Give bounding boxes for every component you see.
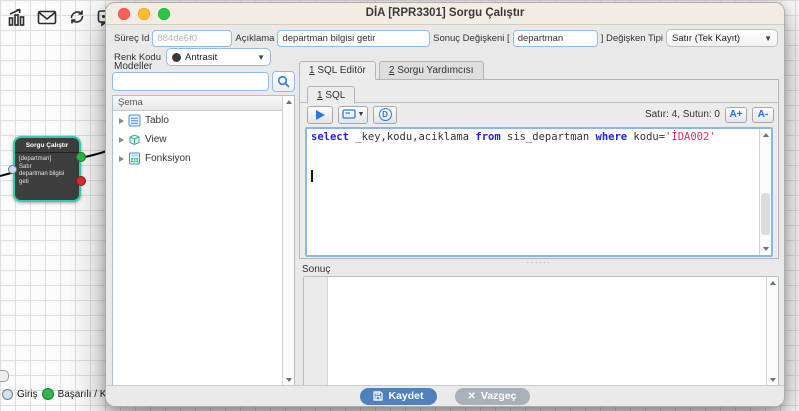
tree-item-view[interactable]: View bbox=[113, 130, 294, 149]
search-button[interactable] bbox=[272, 71, 295, 92]
tree-item-fonksiyon[interactable]: Fonksiyon bbox=[113, 149, 294, 168]
sonuc-degiskeni-label: Sonuç Değişkeni [ bbox=[433, 33, 510, 44]
run-query-button[interactable] bbox=[307, 106, 333, 124]
debug-button[interactable]: D bbox=[373, 106, 397, 124]
tree-scrollbar[interactable] bbox=[282, 96, 294, 386]
text-cursor bbox=[311, 170, 313, 182]
editor-scrollbar[interactable] bbox=[759, 129, 771, 255]
output-options-button[interactable]: ▼ bbox=[338, 106, 368, 124]
error-port[interactable] bbox=[76, 176, 86, 186]
node-title: Sorgu Çalıştır bbox=[15, 138, 79, 153]
font-decrease-button[interactable]: A- bbox=[752, 107, 774, 123]
sql-statement: select _key,kodu,aciklama from sis_depar… bbox=[311, 131, 755, 144]
d-circle-icon: D bbox=[379, 108, 392, 121]
cursor-position-status: Satır: 4, Sutun: 0 bbox=[645, 109, 720, 120]
sync-icon[interactable] bbox=[66, 6, 87, 27]
success-port[interactable] bbox=[76, 152, 86, 162]
node-desc-1: departman bilgisi bbox=[19, 171, 75, 179]
dialog-footer: Kaydet ✕ Vazgeç bbox=[106, 385, 784, 406]
tree-item-label: Tablo bbox=[145, 115, 169, 126]
scrollbar-thumb[interactable] bbox=[761, 193, 770, 235]
sql-toolbar: ▼ D Satır: 4, Sutun: 0 A+ A- bbox=[300, 104, 778, 125]
tree-item-label: Fonksiyon bbox=[145, 153, 191, 164]
input-port[interactable] bbox=[8, 165, 17, 174]
sorgu-calistir-dialog: DİA [RPR3301] Sorgu Çalıştır Süreç Id 88… bbox=[105, 2, 785, 407]
sonuc-label: Sonuç bbox=[302, 264, 330, 275]
color-swatch bbox=[172, 53, 181, 62]
chevron-down-icon: ▼ bbox=[257, 53, 265, 62]
search-icon bbox=[277, 75, 290, 88]
modeller-panel-label: Modeller bbox=[114, 61, 152, 72]
monitor-icon bbox=[342, 109, 356, 120]
expand-arrow-icon[interactable] bbox=[119, 156, 124, 162]
expand-arrow-icon[interactable] bbox=[119, 137, 124, 143]
result-scrollbar[interactable] bbox=[766, 277, 778, 386]
tree-item-tablo[interactable]: Tablo bbox=[113, 111, 294, 130]
function-icon bbox=[128, 152, 141, 165]
scroll-down-icon[interactable] bbox=[286, 378, 292, 382]
editor-tabs: 1 SQL Editör 2 Sorgu Yardımcısı bbox=[299, 61, 484, 80]
workflow-node-sorgu-calistir[interactable]: Sorgu Çalıştır [departman] Satır departm… bbox=[13, 136, 81, 202]
splitter-grip-icon: ······ bbox=[527, 261, 552, 265]
tree-item-label: View bbox=[145, 134, 167, 145]
scroll-down-icon[interactable] bbox=[763, 247, 769, 251]
table-icon bbox=[128, 114, 141, 127]
degisken-tipi-label: ] Değişken Tipi bbox=[601, 33, 663, 44]
scroll-up-icon[interactable] bbox=[770, 281, 776, 285]
kaydet-button[interactable]: Kaydet bbox=[360, 388, 436, 405]
model-search-input[interactable] bbox=[112, 72, 269, 91]
chart-icon[interactable] bbox=[6, 6, 27, 27]
schema-tree: Şema Tablo View bbox=[112, 95, 295, 387]
view-icon bbox=[128, 133, 141, 146]
aciklama-label: Açıklama bbox=[235, 33, 274, 44]
dialog-titlebar[interactable]: DİA [RPR3301] Sorgu Çalıştır bbox=[106, 3, 784, 25]
legend-input-label: Giriş bbox=[17, 389, 38, 400]
surec-id-label: Süreç Id bbox=[114, 33, 149, 44]
form-row-1: Süreç Id 884de6f0 Açıklama departman bil… bbox=[114, 29, 778, 47]
aciklama-field[interactable]: departman bilgisi getir bbox=[277, 30, 430, 47]
canvas-scrollbar[interactable] bbox=[0, 370, 9, 382]
node-variable: [departman] bbox=[19, 156, 75, 164]
tab-sql[interactable]: 1 SQL bbox=[307, 86, 355, 104]
node-type: Satır bbox=[19, 164, 75, 172]
font-increase-button[interactable]: A+ bbox=[725, 107, 747, 123]
tab-sql-editor[interactable]: 1 SQL Editör bbox=[299, 61, 376, 80]
degisken-tipi-value: Satır (Tek Kayıt) bbox=[672, 33, 740, 44]
renk-kodu-value: Antrasit bbox=[185, 52, 217, 63]
legend-input-dot bbox=[2, 389, 13, 400]
scroll-up-icon[interactable] bbox=[286, 100, 292, 104]
renk-kodu-select[interactable]: Antrasit ▼ bbox=[166, 48, 271, 66]
result-panel[interactable] bbox=[303, 276, 779, 387]
chevron-down-icon: ▼ bbox=[358, 111, 365, 118]
panel-splitter[interactable]: ······ bbox=[299, 260, 779, 265]
tab-sorgu-yardimcisi[interactable]: 2 Sorgu Yardımcısı bbox=[379, 61, 484, 80]
expand-arrow-icon[interactable] bbox=[119, 118, 124, 124]
mail-icon[interactable] bbox=[36, 6, 57, 27]
dialog-title: DİA [RPR3301] Sorgu Çalıştır bbox=[106, 7, 784, 19]
save-icon bbox=[373, 391, 383, 401]
play-icon bbox=[316, 110, 325, 120]
result-gutter bbox=[304, 277, 328, 386]
scroll-up-icon[interactable] bbox=[763, 133, 769, 137]
legend-success-dot bbox=[42, 388, 54, 400]
surec-id-field[interactable]: 884de6f0 bbox=[152, 30, 232, 47]
tree-header[interactable]: Şema bbox=[113, 96, 294, 111]
degisken-tipi-select[interactable]: Satır (Tek Kayıt) ▼ bbox=[666, 29, 778, 47]
sql-subtabs: 1 SQL bbox=[300, 85, 778, 103]
node-desc-2: geti bbox=[19, 179, 75, 187]
sql-editor-page: 1 SQL ▼ D Satır: 4, Sutun: 0 A+ A- selec… bbox=[299, 79, 779, 259]
sonuc-degiskeni-field[interactable]: departman bbox=[513, 30, 598, 47]
sql-code-editor[interactable]: select _key,kodu,aciklama from sis_depar… bbox=[305, 127, 773, 257]
vazgec-button[interactable]: ✕ Vazgeç bbox=[455, 388, 530, 405]
chevron-down-icon: ▼ bbox=[764, 34, 772, 43]
close-icon: ✕ bbox=[468, 391, 476, 402]
scroll-down-icon[interactable] bbox=[770, 378, 776, 382]
node-body: [departman] Satır departman bilgisi geti bbox=[15, 153, 79, 189]
